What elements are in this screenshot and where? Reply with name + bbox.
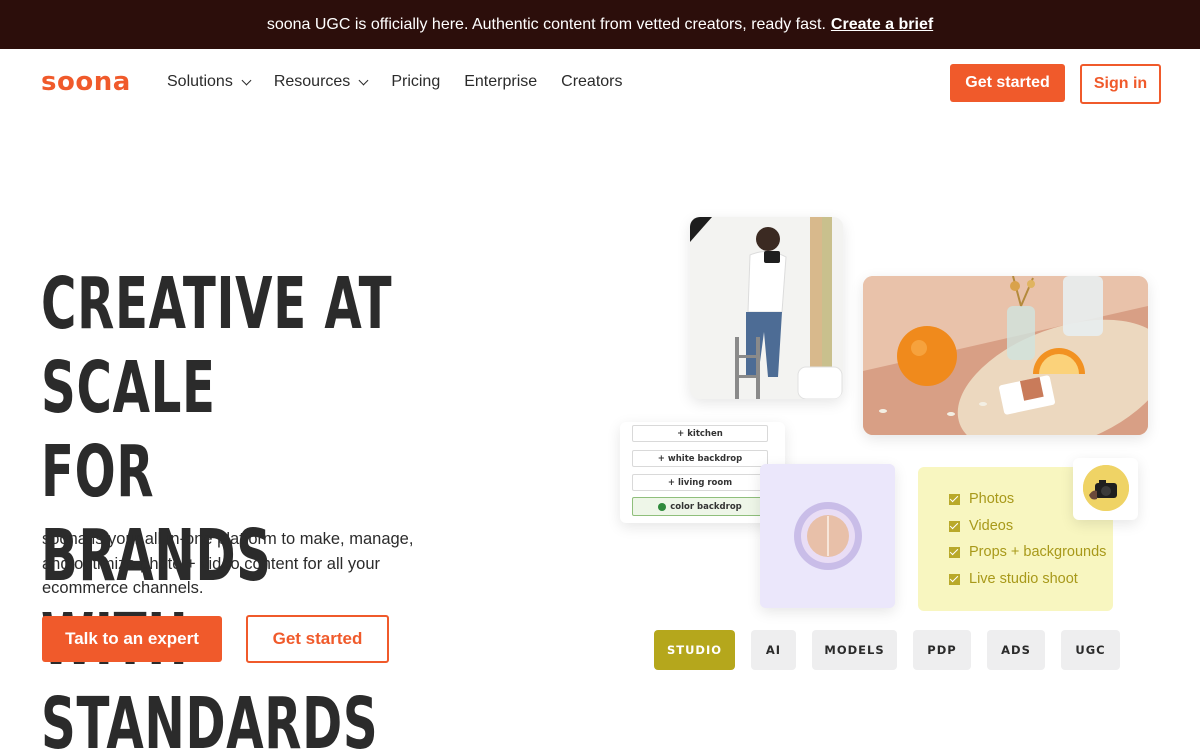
pill-ai[interactable]: AI bbox=[751, 630, 796, 670]
creator-avatar-card bbox=[1073, 458, 1138, 520]
checklist-label: Props + backgrounds bbox=[969, 544, 1107, 560]
tag-color-backdrop[interactable]: color backdrop bbox=[632, 497, 768, 516]
sign-in-button[interactable]: Sign in bbox=[1080, 64, 1161, 104]
pill-ads[interactable]: ADS bbox=[987, 630, 1045, 670]
talk-to-expert-button[interactable]: Talk to an expert bbox=[42, 616, 222, 662]
top-nav: soona Solutions Resources Pricing Enterp… bbox=[0, 49, 1200, 119]
compact-product-image bbox=[760, 464, 895, 608]
checklist-item: Props + backgrounds bbox=[949, 544, 1106, 560]
checklist-item: Photos bbox=[949, 491, 1014, 507]
camera-icon bbox=[1083, 465, 1129, 511]
checkbox-checked-icon bbox=[949, 573, 960, 585]
hero-get-started-button[interactable]: Get started bbox=[246, 615, 389, 663]
checklist-label: Live studio shoot bbox=[969, 571, 1078, 587]
checkbox-checked-icon bbox=[949, 493, 960, 505]
tag-label: white backdrop bbox=[667, 453, 743, 464]
checklist-label: Photos bbox=[969, 491, 1015, 507]
check-circle-icon bbox=[658, 502, 667, 511]
tag-living-room[interactable]: + living room bbox=[632, 474, 768, 491]
pill-models[interactable]: MODELS bbox=[812, 630, 897, 670]
pill-ugc[interactable]: UGC bbox=[1061, 630, 1120, 670]
nav-item-resources[interactable]: Resources bbox=[273, 73, 369, 91]
checklist-item: Videos bbox=[949, 518, 1013, 534]
main-menu: Solutions Resources Pricing Enterprise C… bbox=[167, 73, 623, 91]
hero-headline: CREATIVE AT SCALE FOR BRANDS WITH STANDA… bbox=[41, 262, 393, 750]
nav-item-label: Resources bbox=[273, 73, 351, 90]
product-flatlay-image bbox=[863, 276, 1148, 435]
nav-item-pricing[interactable]: Pricing bbox=[391, 73, 440, 91]
tag-kitchen[interactable]: + kitchen bbox=[632, 425, 768, 442]
hero-subtext: soona is your all-in-one platform to mak… bbox=[42, 530, 414, 597]
nav-item-enterprise[interactable]: Enterprise bbox=[464, 73, 537, 91]
create-brief-link[interactable]: Create a brief bbox=[831, 16, 933, 34]
nav-item-label: Enterprise bbox=[464, 73, 538, 90]
nav-item-label: Creators bbox=[561, 73, 623, 90]
announcement-text: soona UGC is officially here. Authentic … bbox=[266, 15, 826, 33]
announcement-bar: soona UGC is officially here. Authentic … bbox=[0, 0, 1200, 49]
nav-item-label: Solutions bbox=[167, 73, 233, 90]
checkbox-checked-icon bbox=[949, 546, 960, 558]
nav-item-solutions[interactable]: Solutions bbox=[167, 73, 252, 91]
chevron-down-icon bbox=[241, 75, 252, 85]
compact-illustration bbox=[760, 464, 895, 608]
photographer-image bbox=[690, 217, 843, 399]
checkbox-checked-icon bbox=[949, 520, 960, 532]
checklist-label: Videos bbox=[969, 518, 1014, 534]
tag-label: color backdrop bbox=[670, 501, 742, 512]
nav-item-label: Pricing bbox=[391, 73, 441, 90]
chevron-down-icon bbox=[358, 75, 369, 85]
pill-pdp[interactable]: PDP bbox=[913, 630, 971, 670]
tag-label: living room bbox=[677, 477, 733, 488]
soona-logo[interactable]: soona bbox=[41, 67, 131, 97]
avatar bbox=[1083, 465, 1129, 511]
pill-studio[interactable]: STUDIO bbox=[654, 630, 735, 670]
nav-item-creators[interactable]: Creators bbox=[561, 73, 622, 91]
tag-white-backdrop[interactable]: + white backdrop bbox=[632, 450, 768, 467]
get-started-button[interactable]: Get started bbox=[950, 64, 1065, 102]
tag-label: kitchen bbox=[687, 428, 723, 439]
checklist-item: Live studio shoot bbox=[949, 571, 1078, 587]
product-illustration bbox=[863, 276, 1148, 435]
photographer-illustration bbox=[690, 217, 843, 399]
